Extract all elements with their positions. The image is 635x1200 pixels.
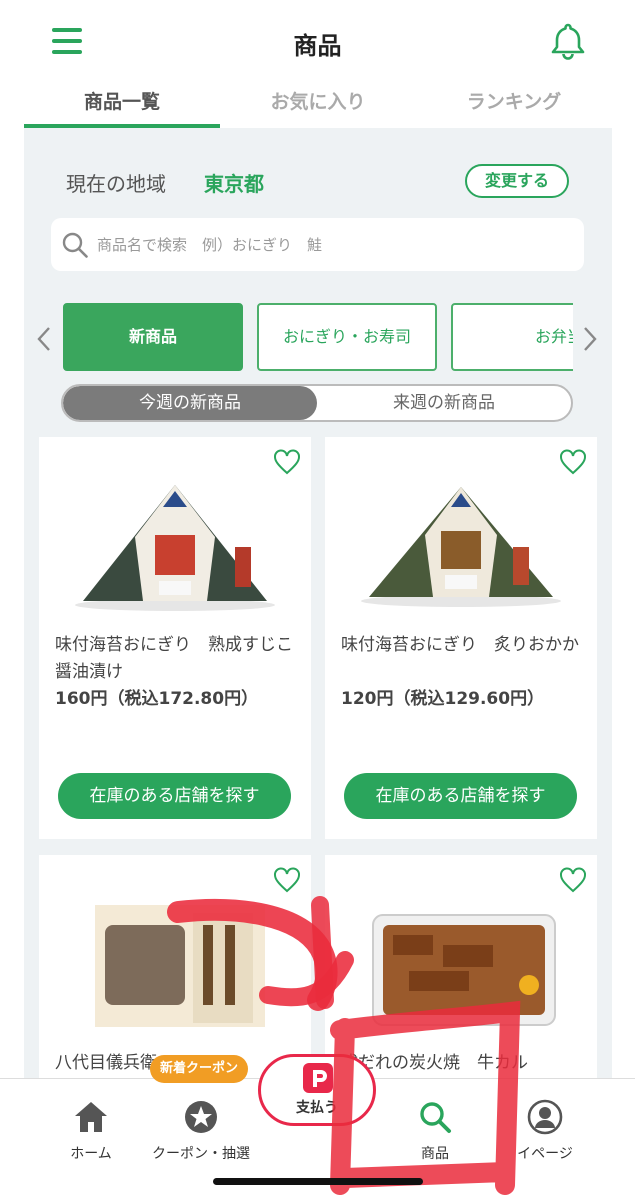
nav-coupon[interactable]: クーポン・抽選 [146, 1099, 256, 1163]
bell-icon[interactable] [550, 22, 586, 60]
home-icon [75, 1102, 107, 1132]
tab-favorites[interactable]: お気に入り [220, 84, 416, 128]
search-icon [420, 1102, 451, 1133]
product-card[interactable]: 味付海苔おにぎり 熟成すじこ醤油漬け 160円（税込172.80円） 在庫のある… [39, 437, 311, 839]
region-label: 現在の地域 [66, 172, 166, 196]
rice-ball-package-image [95, 905, 265, 1027]
nav-mypage[interactable]: イページ [490, 1099, 600, 1163]
main-content: 現在の地域 東京都 変更する 新商品 おにぎり・お寿司 お弁当 今週の新商品 来… [24, 128, 612, 1078]
search-input[interactable] [97, 218, 567, 271]
user-avatar-icon [527, 1099, 563, 1135]
bento-product-image [372, 914, 556, 1026]
favorite-heart-icon[interactable] [273, 867, 301, 893]
search-bar [51, 218, 584, 271]
find-store-button[interactable]: 在庫のある店舗を探す [344, 773, 577, 819]
new-coupon-badge: 新着クーポン [150, 1055, 248, 1083]
paypay-logo-icon [303, 1063, 333, 1093]
nav-products[interactable]: 商品 [380, 1099, 490, 1163]
category-new-products[interactable]: 新商品 [63, 303, 243, 371]
search-icon [62, 232, 88, 258]
favorite-heart-icon[interactable] [273, 449, 301, 475]
app-header: 商品 [0, 0, 635, 84]
product-card[interactable]: 成だれの炭火焼 牛カル [325, 855, 597, 1078]
product-name: 味付海苔おにぎり 熟成すじこ醤油漬け [55, 635, 293, 682]
favorite-heart-icon[interactable] [559, 867, 587, 893]
find-store-button[interactable]: 在庫のある店舗を探す [58, 773, 291, 819]
category-bento[interactable]: お弁当 [451, 303, 573, 371]
this-week-toggle[interactable]: 今週の新商品 [63, 386, 317, 420]
pay-button[interactable]: 支払う [258, 1054, 376, 1126]
tab-bar: 商品一覧 お気に入り ランキング [24, 84, 612, 128]
nav-products-label: 商品 [421, 1146, 449, 1162]
product-name: 成だれの炭火焼 牛カル [341, 1053, 528, 1073]
chevron-right-icon[interactable] [580, 324, 600, 354]
product-price: 160円（税込172.80円） [55, 689, 259, 709]
product-card[interactable]: 味付海苔おにぎり 炙りおかか 120円（税込129.60円） 在庫のある店舗を探… [325, 437, 597, 839]
category-onigiri-sushi[interactable]: おにぎり・お寿司 [257, 303, 437, 371]
change-region-button[interactable]: 変更する [465, 164, 569, 198]
product-price: 120円（税込129.60円） [341, 689, 545, 709]
pay-label: 支払う [296, 1100, 338, 1116]
chevron-left-icon[interactable] [34, 324, 54, 354]
tab-ranking[interactable]: ランキング [416, 84, 612, 128]
week-toggle: 今週の新商品 来週の新商品 [61, 384, 573, 422]
product-name: 味付海苔おにぎり 炙りおかか [341, 635, 579, 655]
nav-mypage-label: イページ [517, 1146, 573, 1162]
nav-home-label: ホーム [70, 1146, 112, 1162]
star-coupon-icon [185, 1101, 217, 1133]
nav-home[interactable]: ホーム [36, 1099, 146, 1163]
onigiri-product-image [75, 485, 275, 611]
next-week-toggle[interactable]: 来週の新商品 [317, 386, 571, 420]
tab-product-list[interactable]: 商品一覧 [24, 84, 220, 128]
nav-coupon-label: クーポン・抽選 [152, 1146, 250, 1162]
product-card[interactable]: 八代目儀兵衛 [39, 855, 311, 1078]
region-value: 東京都 [204, 172, 264, 196]
page-title: 商品 [293, 32, 342, 60]
favorite-heart-icon[interactable] [559, 449, 587, 475]
category-carousel: 新商品 おにぎり・お寿司 お弁当 [63, 303, 573, 371]
home-indicator [213, 1178, 423, 1185]
onigiri-product-image [361, 487, 561, 607]
